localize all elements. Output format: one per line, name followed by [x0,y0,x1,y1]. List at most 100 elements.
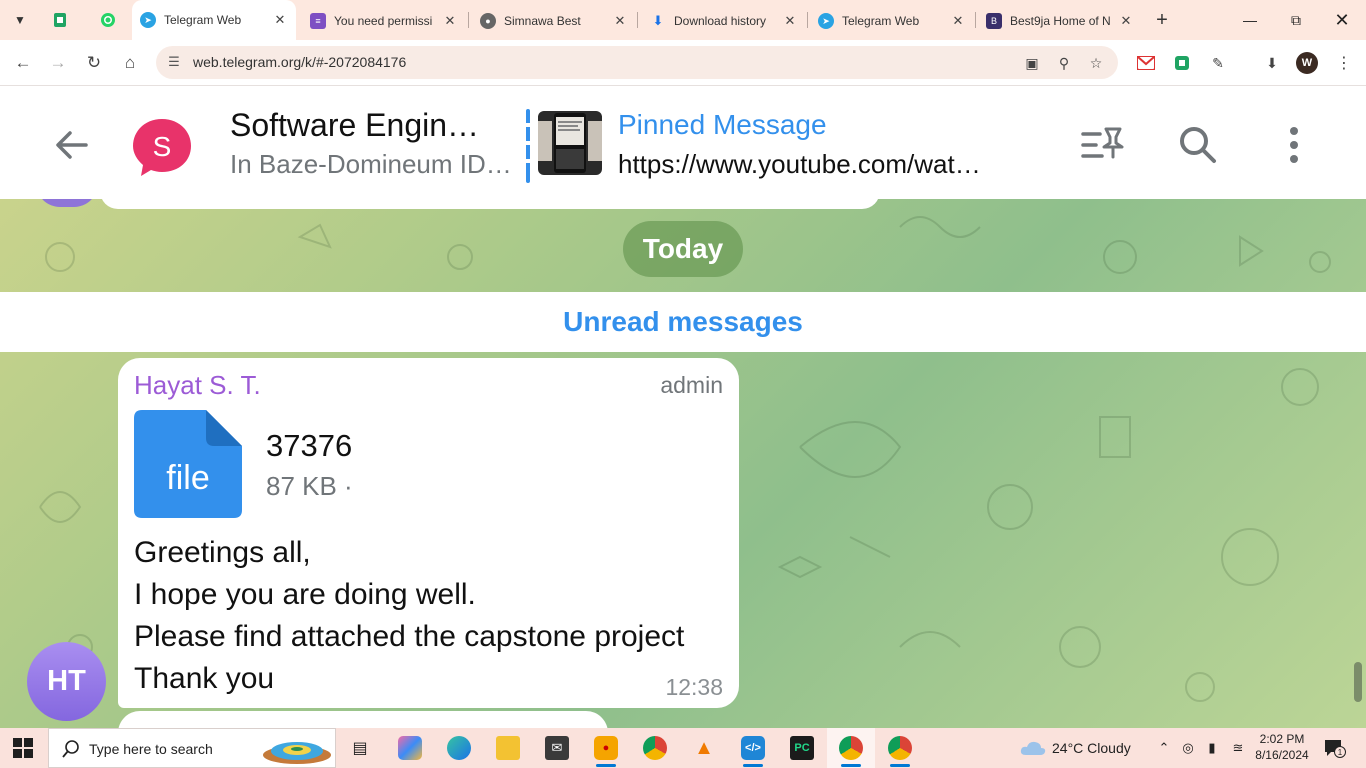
back-arrow-icon[interactable] [52,125,92,165]
vlc-icon[interactable]: ▲ [680,728,728,768]
install-app-icon[interactable]: ▣ [1022,53,1042,73]
browser-menu-icon[interactable]: ⋮ [1333,52,1355,74]
pinned-message-label[interactable]: Pinned Message [618,109,827,141]
message-bubble[interactable]: Hayat S. T. admin file 37376 87 KB · Gre… [118,358,739,708]
taskbar-search-box[interactable]: Type here to search [48,728,336,768]
message-timestamp: 12:38 [665,674,723,700]
chat-scrollbar-thumb[interactable] [1354,662,1362,702]
tab-title: Best9ja Home of N [1010,14,1111,28]
pinned-message-thumbnail[interactable] [538,111,602,175]
date-separator-pill: Today [623,221,743,277]
unread-messages-divider: Unread messages [0,292,1366,352]
close-tab-icon[interactable]: ✕ [1118,13,1134,29]
system-clock[interactable]: 2:02 PM 8/16/2024 [1252,731,1312,763]
tab-title: You need permissi [334,14,433,28]
browser-toolbar: ← → ↻ ⌂ ☰ web.telegram.org/k/#-207208417… [0,40,1366,86]
weather-widget[interactable]: 24°C Cloudy [1020,738,1131,758]
svg-text:1: 1 [1338,748,1343,757]
task-view-icon[interactable]: ▤ [336,728,384,768]
pin-bar-gap [526,141,530,145]
tab-title: Simnawa Best [504,14,581,28]
forward-button[interactable]: → [45,50,71,76]
document-file-icon[interactable]: file [134,410,242,518]
pycharm-icon[interactable]: PC [778,728,826,768]
back-button[interactable]: ← [10,50,36,76]
pinned-tab-sheets[interactable] [48,8,72,32]
chrome-icon[interactable] [631,728,679,768]
tab-permission[interactable]: ≡ You need permissi ✕ [302,6,466,36]
address-bar[interactable]: ☰ web.telegram.org/k/#-2072084176 ▣ ⚲ ☆ [156,46,1118,79]
zoom-icon[interactable]: ⚲ [1054,53,1074,73]
home-button[interactable]: ⌂ [117,50,143,76]
tab-telegram-web[interactable]: ➤ Telegram Web ✕ [132,0,296,40]
url-text[interactable]: web.telegram.org/k/#-2072084176 [193,54,406,70]
copilot-icon[interactable] [386,728,434,768]
close-tab-icon[interactable]: ✕ [612,13,628,29]
more-options-icon[interactable] [1272,123,1316,167]
pinned-list-icon[interactable] [1080,123,1124,167]
tab-telegram-web-2[interactable]: ➤ Telegram Web ✕ [810,6,974,36]
edge-icon[interactable] [435,728,483,768]
forms-icon: ≡ [310,13,326,29]
tab-best9ja[interactable]: B Best9ja Home of N ✕ [978,6,1142,36]
reload-button[interactable]: ↻ [81,50,107,76]
close-tab-icon[interactable]: ✕ [950,13,966,29]
wifi-icon[interactable]: ≊ [1228,738,1248,758]
tab-simnawa[interactable]: ● Simnawa Best ✕ [472,6,636,36]
mail-icon[interactable]: ✉ [533,728,581,768]
tab-separator [468,12,469,28]
tab-separator [807,12,808,28]
show-hidden-icons-chevron-icon[interactable]: ⌃ [1154,738,1174,758]
close-tab-icon[interactable]: ✕ [782,13,798,29]
sender-avatar[interactable]: HT [27,642,106,721]
windows-start-icon[interactable] [13,738,33,758]
tab-search-menu-icon[interactable]: ▼ [8,8,32,32]
svg-text:S: S [153,131,172,162]
chat-title[interactable]: Software Engin… [230,107,479,144]
chat-header: S Software Engin… In Baze-Domineum ID… P… [0,87,1366,199]
profile-avatar[interactable]: W [1296,52,1318,74]
tips-app-icon[interactable]: ● [582,728,630,768]
battery-icon[interactable]: ▮ [1202,738,1222,758]
weather-text: 24°C Cloudy [1052,740,1131,756]
chrome-profile-icon[interactable] [827,728,875,768]
pin-bar-gap [526,159,530,163]
best9ja-icon: B [986,13,1002,29]
message-sender-name[interactable]: Hayat S. T. [134,370,261,401]
minimize-button[interactable]: — [1230,6,1270,34]
message-line: Please find attached the capstone projec… [134,620,685,653]
chat-subtitle[interactable]: In Baze-Domineum ID… [230,149,512,180]
tab-download-history[interactable]: ⬇ Download history ✕ [642,6,806,36]
sheets-extension-icon[interactable] [1171,52,1193,74]
browser-tab-strip: ▼ ➤ Telegram Web ✕ ≡ You need permissi ✕… [0,0,1366,40]
meet-now-icon[interactable]: ◎ [1178,738,1198,758]
chat-avatar[interactable]: S [131,116,193,178]
site-info-icon[interactable]: ☰ [166,54,182,70]
next-message-bubble[interactable] [118,711,608,728]
whatsapp-icon [101,13,115,27]
gmail-extension-icon[interactable] [1135,52,1157,74]
clock-time: 2:02 PM [1259,732,1305,746]
chrome-profile-2-icon[interactable] [876,728,924,768]
tab-title: Telegram Web [842,14,920,28]
downloads-icon[interactable]: ⬇ [1261,52,1283,74]
notification-center-icon[interactable]: 1 [1324,738,1346,758]
new-tab-button[interactable]: + [1150,8,1174,32]
bookmark-star-icon[interactable]: ☆ [1086,53,1106,73]
tab-separator [975,12,976,28]
vscode-icon[interactable]: </> [729,728,777,768]
file-size: 87 KB · [266,471,353,501]
file-explorer-icon[interactable] [484,728,532,768]
globe-icon: ● [480,13,496,29]
windows-taskbar: Type here to search ▤ ✉ ● ▲ </> PC 24°C … [0,728,1366,768]
file-name[interactable]: 37376 [266,428,352,464]
telegram-icon: ➤ [818,13,834,29]
search-icon[interactable] [1176,123,1220,167]
close-tab-icon[interactable]: ✕ [272,12,288,28]
close-tab-icon[interactable]: ✕ [442,13,458,29]
pinned-tab-whatsapp[interactable] [96,8,120,32]
extensions-puzzle-icon[interactable]: ✎ [1207,52,1229,74]
restore-button[interactable]: ⧉ [1276,6,1316,34]
pinned-message-text[interactable]: https://www.youtube.com/wat… [618,149,981,180]
close-window-button[interactable]: ✕ [1322,6,1362,34]
